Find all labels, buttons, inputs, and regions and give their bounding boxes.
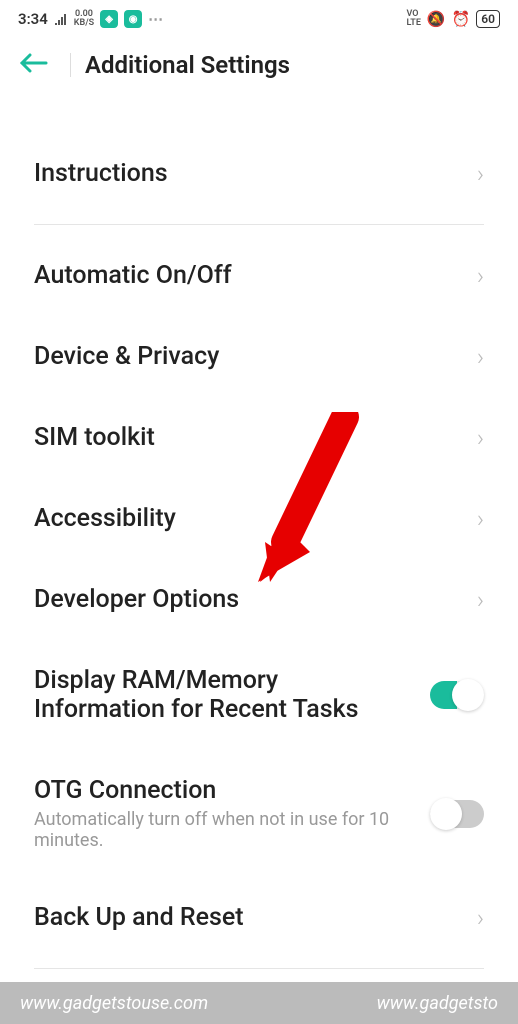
item-text: Display RAM/Memory Information for Recen… bbox=[34, 666, 430, 724]
app-icon-1: ◈ bbox=[100, 10, 118, 28]
header-divider bbox=[70, 53, 71, 77]
volte-icon: VO LTE bbox=[406, 10, 420, 28]
alarm-icon: ⏰ bbox=[452, 10, 471, 28]
item-label: Instructions bbox=[34, 159, 168, 188]
chevron-right-icon: › bbox=[477, 586, 484, 614]
more-icon: ⋯ bbox=[148, 10, 163, 28]
watermark-left: www.gadgetstouse.com bbox=[20, 993, 377, 1014]
watermark-right: www.gadgetsto bbox=[377, 993, 498, 1014]
item-label: Back Up and Reset bbox=[34, 903, 244, 932]
item-backup-reset[interactable]: Back Up and Reset › bbox=[0, 877, 518, 958]
item-label: Display RAM/Memory Information for Recen… bbox=[34, 666, 414, 724]
chevron-right-icon: › bbox=[477, 904, 484, 932]
header: Additional Settings bbox=[0, 38, 518, 98]
chevron-right-icon: › bbox=[477, 343, 484, 371]
battery-icon: 60 bbox=[476, 10, 500, 28]
chevron-right-icon: › bbox=[477, 424, 484, 452]
item-sim-toolkit[interactable]: SIM toolkit › bbox=[0, 397, 518, 478]
section-divider bbox=[34, 224, 484, 225]
mute-icon: 🔕 bbox=[427, 10, 446, 28]
item-display-ram[interactable]: Display RAM/Memory Information for Recen… bbox=[0, 640, 518, 750]
chevron-right-icon: › bbox=[477, 262, 484, 290]
network-speed: 0.00 KB/S bbox=[74, 10, 94, 28]
item-download-management[interactable]: Download Management › bbox=[0, 98, 518, 133]
toggle-display-ram[interactable] bbox=[430, 681, 484, 709]
section-divider bbox=[34, 968, 484, 969]
item-label: Accessibility bbox=[34, 504, 176, 533]
chevron-right-icon: › bbox=[477, 98, 484, 99]
item-label: Developer Options bbox=[34, 585, 239, 614]
status-time: 3:34 bbox=[18, 10, 48, 28]
item-developer-options[interactable]: Developer Options › bbox=[0, 559, 518, 640]
signal-icon bbox=[54, 13, 68, 25]
item-text: OTG Connection Automatically turn off wh… bbox=[34, 776, 430, 851]
app-icon-2: ◉ bbox=[124, 10, 142, 28]
toggle-otg[interactable] bbox=[430, 800, 484, 828]
item-label: Automatic On/Off bbox=[34, 261, 232, 290]
back-arrow-icon bbox=[20, 53, 48, 73]
settings-list: Download Management › Instructions › Aut… bbox=[0, 98, 518, 969]
back-button[interactable] bbox=[12, 46, 56, 84]
chevron-right-icon: › bbox=[477, 160, 484, 188]
item-label: SIM toolkit bbox=[34, 423, 155, 452]
status-left: 3:34 0.00 KB/S ◈ ◉ ⋯ bbox=[18, 10, 163, 28]
chevron-right-icon: › bbox=[477, 505, 484, 533]
status-right: VO LTE 🔕 ⏰ 60 bbox=[406, 10, 500, 28]
status-bar: 3:34 0.00 KB/S ◈ ◉ ⋯ VO LTE 🔕 ⏰ 60 bbox=[0, 0, 518, 38]
item-instructions[interactable]: Instructions › bbox=[0, 133, 518, 214]
item-accessibility[interactable]: Accessibility › bbox=[0, 478, 518, 559]
item-subtitle: Automatically turn off when not in use f… bbox=[34, 809, 414, 851]
item-device-privacy[interactable]: Device & Privacy › bbox=[0, 316, 518, 397]
watermark: www.gadgetstouse.com www.gadgetsto bbox=[0, 982, 518, 1024]
page-title: Additional Settings bbox=[85, 51, 290, 79]
item-label: Download Management bbox=[34, 98, 299, 99]
item-automatic-on-off[interactable]: Automatic On/Off › bbox=[0, 235, 518, 316]
item-label: Device & Privacy bbox=[34, 342, 219, 371]
item-label: OTG Connection bbox=[34, 776, 414, 805]
item-otg-connection[interactable]: OTG Connection Automatically turn off wh… bbox=[0, 750, 518, 877]
